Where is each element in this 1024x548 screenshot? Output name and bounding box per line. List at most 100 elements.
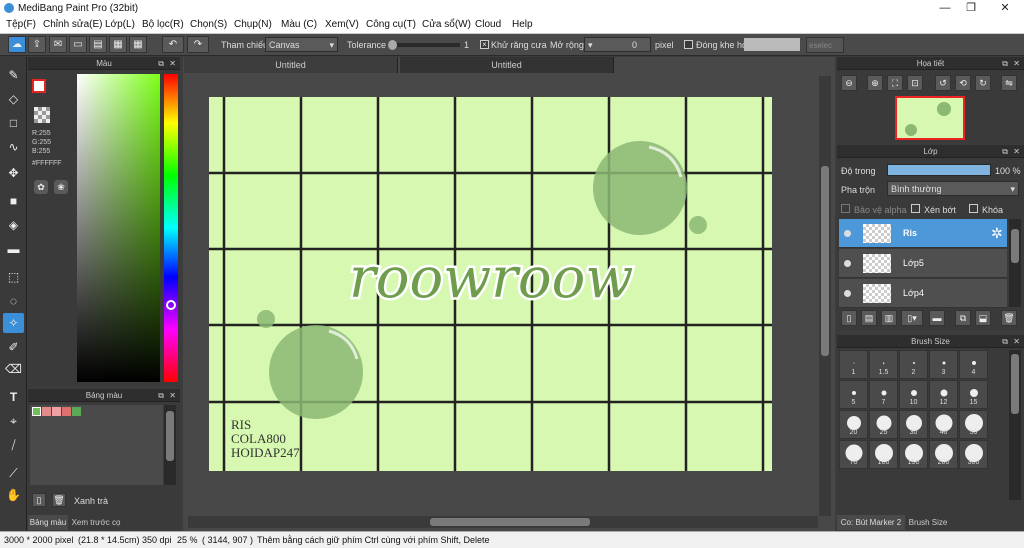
dot-tool-icon[interactable]: ∿ [3,137,24,157]
scrollbar-thumb[interactable] [430,518,590,526]
scrollbar-thumb[interactable] [821,166,829,356]
palette-swatch[interactable] [32,407,41,416]
brush-size-option[interactable]: 12 [929,380,958,409]
layer-row[interactable]: Ris ✲ [839,219,1007,248]
operation-tool-icon[interactable]: ⌖ [3,411,24,431]
brush-size-option[interactable]: 40 [929,410,958,439]
transparent-swatch[interactable] [34,107,50,123]
fit-icon[interactable]: ⛶ [887,75,903,91]
slider-handle[interactable] [388,40,397,50]
move-tool-icon[interactable]: ✥ [3,163,24,183]
color-wheel-icon[interactable]: ❀ [54,180,68,194]
menu-cloud[interactable]: Cloud [475,19,501,30]
bucket-tool-icon[interactable]: ◈ [3,215,24,235]
brush-size-option[interactable]: 1 [839,350,868,379]
undock-icon[interactable]: ⧉ [158,57,164,70]
undock-icon[interactable]: ⧉ [158,389,164,402]
share-icon[interactable]: ⇪ [28,36,46,53]
brush-size-option[interactable]: 1.5 [869,350,898,379]
hue-slider[interactable] [164,74,178,382]
reset-rotation-icon[interactable]: ⟲ [955,75,971,91]
document-icon[interactable]: ▤ [89,36,107,53]
menu-layer[interactable]: Lớp(L) [105,19,135,30]
tab-document-2[interactable]: Untitled [400,57,614,73]
new-halftone-layer-icon[interactable]: ▤ [861,310,877,326]
merge-down-icon[interactable]: ⬓ [975,310,991,326]
layer-row[interactable]: Lớp4 [839,279,1007,308]
duplicate-layer-icon[interactable]: ⧉ [955,310,971,326]
undock-icon[interactable]: ⧉ [1002,145,1008,158]
clip-checkbox[interactable] [911,204,920,213]
palette-swatch[interactable] [42,407,51,416]
comment-icon[interactable]: ✉ [49,36,67,53]
layer-row[interactable]: Lớp5 [839,249,1007,278]
tab-brush-color[interactable]: Co: Bút Marker 2 [837,515,905,530]
close-button[interactable]: ✕ [992,1,1018,16]
rotate-right-icon[interactable]: ↻ [975,75,991,91]
palette-swatch[interactable] [72,407,81,416]
primary-color-swatch[interactable] [32,79,46,93]
select-eraser-tool-icon[interactable]: ⌫ [3,359,24,379]
maximize-button[interactable]: ❐ [958,1,984,16]
menu-window[interactable]: Cửa sổ(W) [422,19,471,30]
navigator-preview[interactable] [895,96,965,140]
deselect-button[interactable]: eselec [806,37,844,53]
select-pen-tool-icon[interactable]: ✐ [3,337,24,357]
undo-icon[interactable]: ↶ [162,36,184,53]
brush-size-option[interactable]: 2 [899,350,928,379]
canvas-vscroll[interactable] [819,76,831,516]
brush-size-option[interactable]: 25 [869,410,898,439]
rotate-left-icon[interactable]: ↺ [935,75,951,91]
layer-scrollbar[interactable] [1009,219,1021,307]
visibility-icon[interactable] [844,290,851,297]
folder-icon[interactable]: ▬ [929,310,945,326]
brush-size-option[interactable]: 200 [929,440,958,469]
undock-icon[interactable]: ⧉ [1002,57,1008,70]
brush-size-option[interactable]: 50 [959,410,988,439]
close-icon[interactable]: ✕ [1013,57,1020,70]
opacity-slider[interactable] [887,164,991,176]
menu-filter[interactable]: Bộ lọc(R) [142,19,184,30]
tab-document-1[interactable]: Untitled [184,57,398,73]
eraser-tool-icon[interactable]: ◇ [3,89,24,109]
brush-size-option[interactable]: 4 [959,350,988,379]
trash-icon[interactable]: 🗑 [1001,310,1017,326]
redo-icon[interactable]: ↷ [187,36,209,53]
brush-size-option[interactable]: 70 [839,440,868,469]
lock-checkbox[interactable] [969,204,978,213]
hand-tool-icon[interactable]: ✋ [3,485,24,505]
grid-icon[interactable]: ▦ [129,36,147,53]
undock-icon[interactable]: ⧉ [1002,335,1008,348]
gradient-tool-icon[interactable]: ▬ [3,239,24,259]
actual-size-icon[interactable]: ⊡ [907,75,923,91]
brush-size-option[interactable]: 100 [869,440,898,469]
divide-tool-icon[interactable]: ⧸ [3,435,24,455]
brush-size-option[interactable]: 5 [839,380,868,409]
scrollbar-thumb[interactable] [1011,354,1019,414]
brush-size-option[interactable]: 15 [959,380,988,409]
palette-scrollbar[interactable] [164,405,176,485]
close-icon[interactable]: ✕ [169,57,176,70]
visibility-icon[interactable] [844,230,851,237]
protect-alpha-checkbox[interactable] [841,204,850,213]
text-tool-icon[interactable]: T [3,387,24,407]
cloud-sync-icon[interactable]: ☁ [8,36,26,53]
hue-handle[interactable] [166,300,176,310]
brush-size-option[interactable]: 7 [869,380,898,409]
rectangle-tool-icon[interactable]: □ [3,113,24,133]
select-tool-icon[interactable]: ⬚ [3,267,24,287]
close-icon[interactable]: ✕ [169,389,176,402]
menu-color[interactable]: Màu (C) [281,19,317,30]
minimize-button[interactable]: — [932,1,958,16]
tab-brush-preview[interactable]: Xem trước cọ [70,515,122,530]
menu-view[interactable]: Xem(V) [325,19,359,30]
palette-swatch[interactable] [52,407,61,416]
page-icon[interactable]: ▦ [109,36,127,53]
palette-swatch[interactable] [62,407,71,416]
menu-tools[interactable]: Công cụ(T) [366,19,416,30]
brush-size-option[interactable]: 300 [959,440,988,469]
brush-size-option[interactable]: 150 [899,440,928,469]
menu-help[interactable]: Help [512,19,533,30]
scrollbar-thumb[interactable] [166,411,174,461]
add-layer-menu-icon[interactable]: ▯▾ [901,310,923,326]
